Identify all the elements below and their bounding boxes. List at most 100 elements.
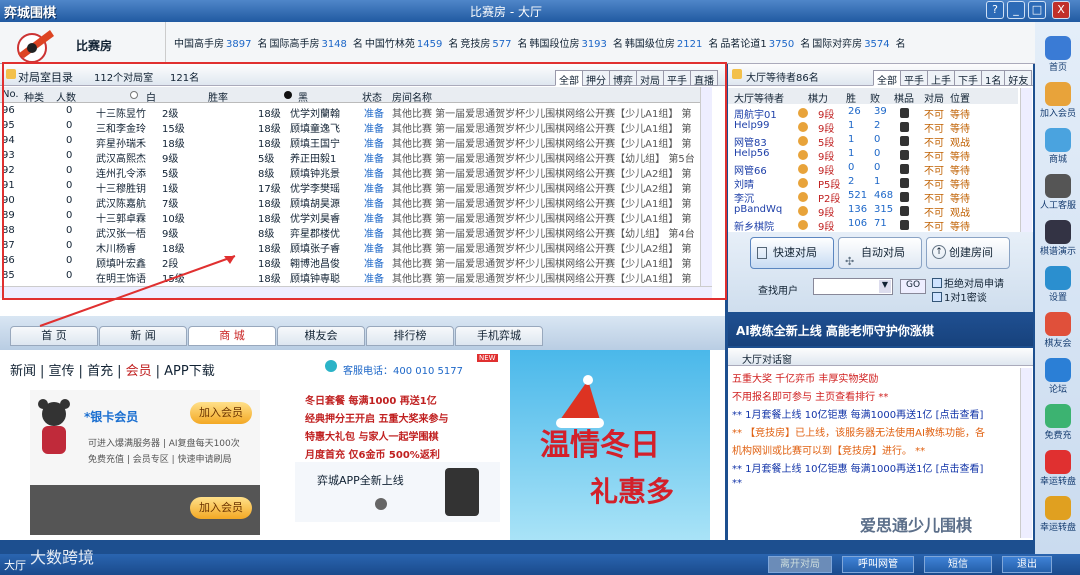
table-row[interactable]: 89 0 十三郭卓霖 10级 18级 优学刘昊睿 准备 其他比赛 第一届爱思通贺岁杯少儿围棋网… xyxy=(0,209,712,225)
table-row[interactable]: 95 0 三和李金玲 15级 18级 顾填童逸飞 准备 其他比赛 第一届爱思通贺岁杯少儿围棋网… xyxy=(0,119,712,135)
tab-club[interactable]: 棋友会 xyxy=(277,326,365,346)
col-people[interactable]: 人数 xyxy=(56,89,76,104)
offer-1[interactable]: 冬日套餐 每满1000 再送1亿 xyxy=(305,392,437,407)
subnav-app[interactable]: APP下载 xyxy=(164,364,215,379)
wcol-manner[interactable]: 棋品 xyxy=(894,90,914,105)
dropdown-arrow-icon[interactable]: ▼ xyxy=(879,280,891,293)
sidebar-item[interactable]: 幸运转盘 xyxy=(1038,450,1078,490)
col-black[interactable]: 黑 xyxy=(298,89,308,104)
list-item[interactable]: 新乡棋院 9段 106 71 不可 等待 xyxy=(728,218,1018,233)
join-member-button-2[interactable]: 加入会员 xyxy=(190,497,252,519)
table-row[interactable]: 90 0 武汉陈嘉航 7级 18级 顾填胡昊源 准备 其他比赛 第一届爱思通贺岁杯少儿围棋网络… xyxy=(0,194,712,210)
room-link[interactable]: 国际高手房 xyxy=(269,39,319,50)
room-link[interactable]: 中国高手房 xyxy=(174,39,224,50)
sidebar-item[interactable]: 人工客服 xyxy=(1038,174,1078,214)
sidebar-item[interactable]: 免费充 xyxy=(1038,404,1078,444)
wcol-rank[interactable]: 棋力 xyxy=(808,90,828,105)
list-item[interactable]: 网管83 5段 1 0 不可 观战 xyxy=(728,134,1018,149)
waiting-vscroll[interactable] xyxy=(1020,88,1032,232)
tab-home[interactable]: 首 页 xyxy=(10,326,98,346)
lobby-button[interactable]: 大厅 xyxy=(4,557,26,573)
room-link[interactable]: 韩国级位房 xyxy=(625,39,675,50)
list-item[interactable]: 刘晴 P5段 2 1 不可 等待 xyxy=(728,176,1018,191)
wcol-win[interactable]: 胜 xyxy=(846,90,856,105)
tab-news[interactable]: 新 闻 xyxy=(99,326,187,346)
refuse-checkbox[interactable]: 拒绝对局申请 xyxy=(932,275,1004,290)
leave-game-button[interactable]: 离开对局 xyxy=(768,556,832,573)
sidebar-item[interactable]: 加入会员 xyxy=(1038,82,1078,122)
list-item[interactable]: pBandWq 9段 136 315 不可 观战 xyxy=(728,204,1018,219)
go-button[interactable]: GO xyxy=(900,279,926,294)
quick-match-button[interactable]: 快速对局 xyxy=(750,237,834,269)
tab-live[interactable]: 直播 xyxy=(690,70,718,87)
help-button[interactable]: ? xyxy=(986,1,1004,19)
subnav-ads[interactable]: 宣传 xyxy=(49,364,75,379)
wtab-upper[interactable]: 上手 xyxy=(927,70,955,87)
col-white[interactable]: 白 xyxy=(146,89,156,104)
list-item[interactable]: 网管66 9段 0 0 不可 等待 xyxy=(728,162,1018,177)
col-kind[interactable]: 种类 xyxy=(24,89,44,104)
table-row[interactable]: 91 0 十三穆胜钥 1级 17级 优学李樊瑶 准备 其他比赛 第一届爱思通贺岁杯少儿围棋网络… xyxy=(0,179,712,195)
sidebar-item[interactable]: 幸运转盘 xyxy=(1038,496,1078,536)
list-item[interactable]: Help56 9段 1 0 不可 等待 xyxy=(728,148,1018,163)
offer-3[interactable]: 特惠大礼包 与家人一起学围棋 xyxy=(305,428,438,443)
sidebar-item[interactable]: 论坛 xyxy=(1038,358,1078,398)
sidebar-item[interactable]: 设置 xyxy=(1038,266,1078,306)
wtab-one[interactable]: 1名 xyxy=(981,70,1006,87)
sidebar-item[interactable]: 商城 xyxy=(1038,128,1078,168)
close-button[interactable]: X xyxy=(1052,1,1070,19)
chat-vscroll[interactable] xyxy=(1020,368,1032,538)
table-row[interactable]: 92 0 连州孔令添 5级 8级 顾填钟兆景 准备 其他比赛 第一届爱思通贺岁杯少儿围棋网络公… xyxy=(0,164,712,180)
table-row[interactable]: 96 0 十三陈昱竹 2级 18级 优学刘蘭翰 准备 其他比赛 第一届爱思通贺岁杯少儿围棋网络… xyxy=(0,104,712,120)
minimize-button[interactable]: _ xyxy=(1007,1,1025,19)
offer-4[interactable]: 月度首充 仅6金币 500%返利 xyxy=(305,446,440,461)
tab-match[interactable]: 对局 xyxy=(636,70,664,87)
room-link[interactable]: 国际对弈房 xyxy=(812,39,862,50)
wtab-all[interactable]: 全部 xyxy=(873,70,901,87)
tab-all[interactable]: 全部 xyxy=(555,70,583,87)
wtab-friends[interactable]: 好友 xyxy=(1004,70,1033,87)
col-room[interactable]: 房间名称 xyxy=(392,89,432,104)
sidebar-item[interactable]: 首页 xyxy=(1038,36,1078,76)
wtab-lower[interactable]: 下手 xyxy=(954,70,982,87)
list-item[interactable]: Help99 9段 1 2 不可 等待 xyxy=(728,120,1018,135)
table-row[interactable]: 94 0 弈星孙瑞禾 18级 18级 顾填王国宁 准备 其他比赛 第一届爱思通贺岁杯少儿围棋网… xyxy=(0,134,712,150)
auto-match-button[interactable]: ✣ 自动对局 xyxy=(838,237,922,269)
offer-2[interactable]: 经典押分王开启 五重大奖来参与 xyxy=(305,410,448,425)
room-link[interactable]: 品茗论道1 xyxy=(720,39,766,50)
sms-button[interactable]: 短信 xyxy=(924,556,992,573)
table-row[interactable]: 87 0 木川杨睿 18级 18级 顾填张子睿 准备 其他比赛 第一届爱思通贺岁杯少儿围棋网络… xyxy=(0,239,712,255)
subnav-news[interactable]: 新闻 xyxy=(10,364,36,379)
col-no[interactable]: No. xyxy=(2,89,19,100)
tab-gamble[interactable]: 博弈 xyxy=(609,70,637,87)
room-link[interactable]: 韩国段位房 xyxy=(529,39,579,50)
create-room-button[interactable]: ↑ 创建房间 xyxy=(926,237,1010,269)
call-admin-button[interactable]: 呼叫网管 xyxy=(842,556,914,573)
room-link[interactable]: 中国竹林苑 xyxy=(365,39,415,50)
ai-coach-banner[interactable]: AI教练全新上线 高能老师守护你涨棋 xyxy=(728,314,1033,346)
col-winrate[interactable]: 胜率 xyxy=(208,89,228,104)
tab-even[interactable]: 平手 xyxy=(663,70,691,87)
private-chat-checkbox[interactable]: 1对1密谈 xyxy=(932,289,987,304)
wcol-fight[interactable]: 对局 xyxy=(924,90,944,105)
maximize-button[interactable]: □ xyxy=(1028,1,1046,19)
game-list-vscroll[interactable] xyxy=(700,87,712,287)
table-row[interactable]: 86 0 顾填叶宏鑫 2段 18级 翱博池昌俊 准备 其他比赛 第一届爱思通贺岁杯少儿围棋网络… xyxy=(0,254,712,270)
sidebar-item[interactable]: 棋友会 xyxy=(1038,312,1078,352)
table-row[interactable]: 85 0 在明王饰语 15级 18级 顾填钟専聪 准备 其他比赛 第一届爱思通贺岁杯少儿围棋网… xyxy=(0,269,712,285)
wcol-place[interactable]: 位置 xyxy=(950,90,970,105)
tab-mobile[interactable]: 手机弈城 xyxy=(455,326,543,346)
join-member-button[interactable]: 加入会员 xyxy=(190,402,252,424)
table-row[interactable]: 93 0 武汉高熙杰 9级 5级 养正田毅1 准备 其他比赛 第一届爱思通贺岁杯少儿围棋网络公… xyxy=(0,149,712,165)
winter-banner[interactable]: 温情冬日 礼惠多 xyxy=(510,350,710,540)
col-status[interactable]: 状态 xyxy=(362,89,382,104)
exit-button[interactable]: 退出 xyxy=(1002,556,1052,573)
list-item[interactable]: 李沉 P2段 521 468 不可 等待 xyxy=(728,190,1018,205)
sidebar-item[interactable]: 棋谱演示 xyxy=(1038,220,1078,260)
tab-bet[interactable]: 押分 xyxy=(582,70,610,87)
subnav-member[interactable]: 会员 xyxy=(126,364,152,379)
app-promo[interactable]: 弈城APP全新上线 xyxy=(295,462,500,522)
room-link[interactable]: 竞技房 xyxy=(460,39,490,50)
tab-ranking[interactable]: 排行榜 xyxy=(366,326,454,346)
game-list-hscroll[interactable] xyxy=(0,286,712,298)
